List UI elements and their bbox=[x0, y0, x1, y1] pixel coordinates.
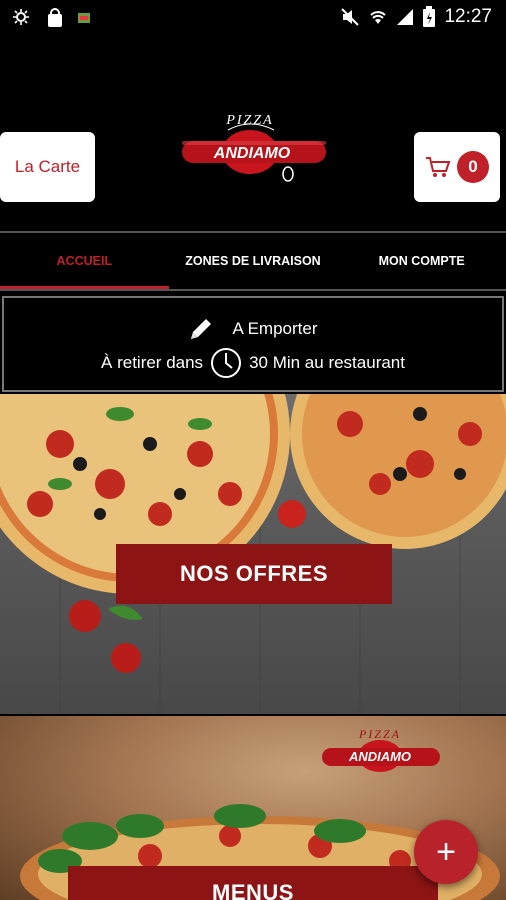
pickup-info-panel[interactable]: A Emporter À retirer dans 30 Min au rest… bbox=[2, 296, 504, 392]
app-header: La Carte PIZZA ANDIAMO 0 bbox=[0, 36, 506, 231]
wifi-icon bbox=[370, 11, 387, 24]
nos-offres-button[interactable]: NOS OFFRES bbox=[116, 544, 392, 604]
tab-zones-de-livraison[interactable]: ZONES DE LIVRAISON bbox=[169, 233, 338, 289]
menus-logo-andiamo-text: ANDIAMO bbox=[348, 749, 411, 764]
andiamo-logo: PIZZA ANDIAMO bbox=[182, 113, 326, 182]
tab-mon-compte[interactable]: MON COMPTE bbox=[337, 233, 506, 289]
pickup-time-text: 30 Min au restaurant bbox=[249, 353, 405, 372]
logo-andiamo-text: ANDIAMO bbox=[213, 145, 291, 162]
cart-button[interactable]: 0 bbox=[414, 132, 500, 202]
signal-icon bbox=[397, 9, 414, 25]
status-bar: 12:27 bbox=[0, 0, 506, 36]
mute-icon bbox=[341, 8, 360, 26]
menus-button[interactable]: MENUS bbox=[68, 866, 438, 900]
offers-banner[interactable]: NOS OFFRES bbox=[0, 394, 506, 714]
weather-icon bbox=[13, 9, 29, 25]
pickup-prefix: À retirer dans bbox=[101, 353, 204, 372]
la-carte-button[interactable]: La Carte bbox=[0, 132, 95, 202]
tab-accueil[interactable]: ACCUEIL bbox=[0, 233, 169, 289]
pickup-mode: A Emporter bbox=[232, 319, 318, 338]
main-tabs: ACCUEIL ZONES DE LIVRAISON MON COMPTE bbox=[0, 231, 506, 291]
pencil-icon bbox=[191, 319, 212, 339]
shopping-bag-icon bbox=[48, 8, 62, 27]
menus-logo-pizza-text: PIZZA bbox=[358, 727, 401, 741]
logo-pizza-text: PIZZA bbox=[225, 113, 273, 128]
menus-logo: PIZZA ANDIAMO bbox=[322, 727, 440, 772]
battery-icon bbox=[423, 6, 436, 27]
clock-time: 12:27 bbox=[444, 6, 492, 27]
cart-count-badge: 0 bbox=[457, 151, 489, 183]
app-notification-icon bbox=[78, 13, 90, 23]
add-fab-button[interactable]: + bbox=[414, 820, 478, 884]
clock-icon bbox=[211, 348, 242, 378]
cart-icon bbox=[426, 157, 451, 177]
